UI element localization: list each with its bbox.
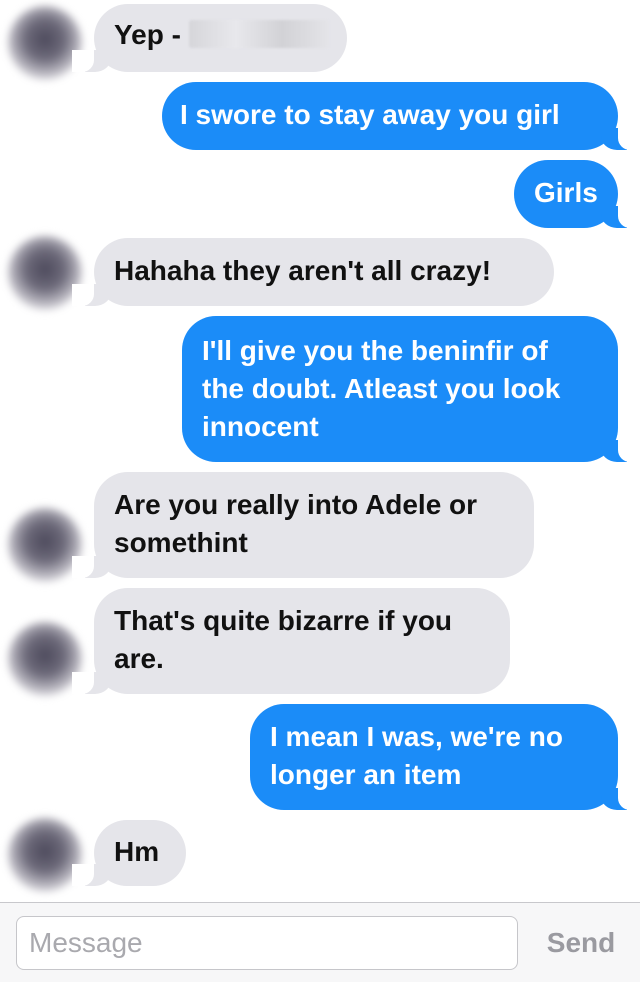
message-bubble-incoming[interactable]: Yep - <box>72 4 347 72</box>
message-bubble-incoming[interactable]: That's quite bizarre if you are. <box>72 588 510 694</box>
message-bubble-outgoing[interactable]: I mean I was, we're no longer an item <box>250 704 640 810</box>
message-bubble-incoming[interactable]: Hm <box>72 820 186 886</box>
message-text-line: innocent <box>202 411 319 442</box>
message-text: I swore to stay away you girl <box>180 99 560 130</box>
contact-avatar <box>8 508 82 582</box>
message-text: Girls <box>534 177 598 208</box>
message-bubble-incoming[interactable]: Are you really into Adele or somethint <box>72 472 534 578</box>
message-bubble-outgoing[interactable]: I'll give you the beninfir of the doubt.… <box>182 316 640 462</box>
send-button[interactable]: Send <box>536 923 626 963</box>
message-text-line: That's quite bizarre if you <box>114 605 453 636</box>
message-text: Yep - <box>114 19 181 50</box>
contact-avatar <box>8 6 82 80</box>
contact-avatar <box>8 236 82 310</box>
message-text-line: I'll give you the beninfir of <box>202 335 548 366</box>
message-text-line: Are you really into Adele or <box>114 489 478 520</box>
message-text: Hm <box>114 836 160 867</box>
message-text-line: I mean I was, we're no <box>270 721 563 752</box>
message-bubble-outgoing[interactable]: Girls <box>514 160 640 228</box>
message-input-bar: Send <box>0 902 640 982</box>
message-text: Hahaha they aren't all crazy! <box>114 255 492 286</box>
message-bubble-incoming[interactable]: Hahaha they aren't all crazy! <box>72 238 554 306</box>
contact-avatar <box>8 818 82 892</box>
redacted-name <box>188 20 329 48</box>
message-text-line: somethint <box>114 527 248 558</box>
message-text-line: are. <box>114 643 164 674</box>
message-input[interactable] <box>16 916 518 970</box>
contact-avatar <box>8 622 82 696</box>
message-thread[interactable]: Yep - I swore to stay away you girl Girl… <box>0 0 640 900</box>
message-text-line: longer an item <box>270 759 462 790</box>
message-bubble-outgoing[interactable]: I swore to stay away you girl <box>162 82 640 150</box>
message-text-line: the doubt. Atleast you look <box>202 373 561 404</box>
